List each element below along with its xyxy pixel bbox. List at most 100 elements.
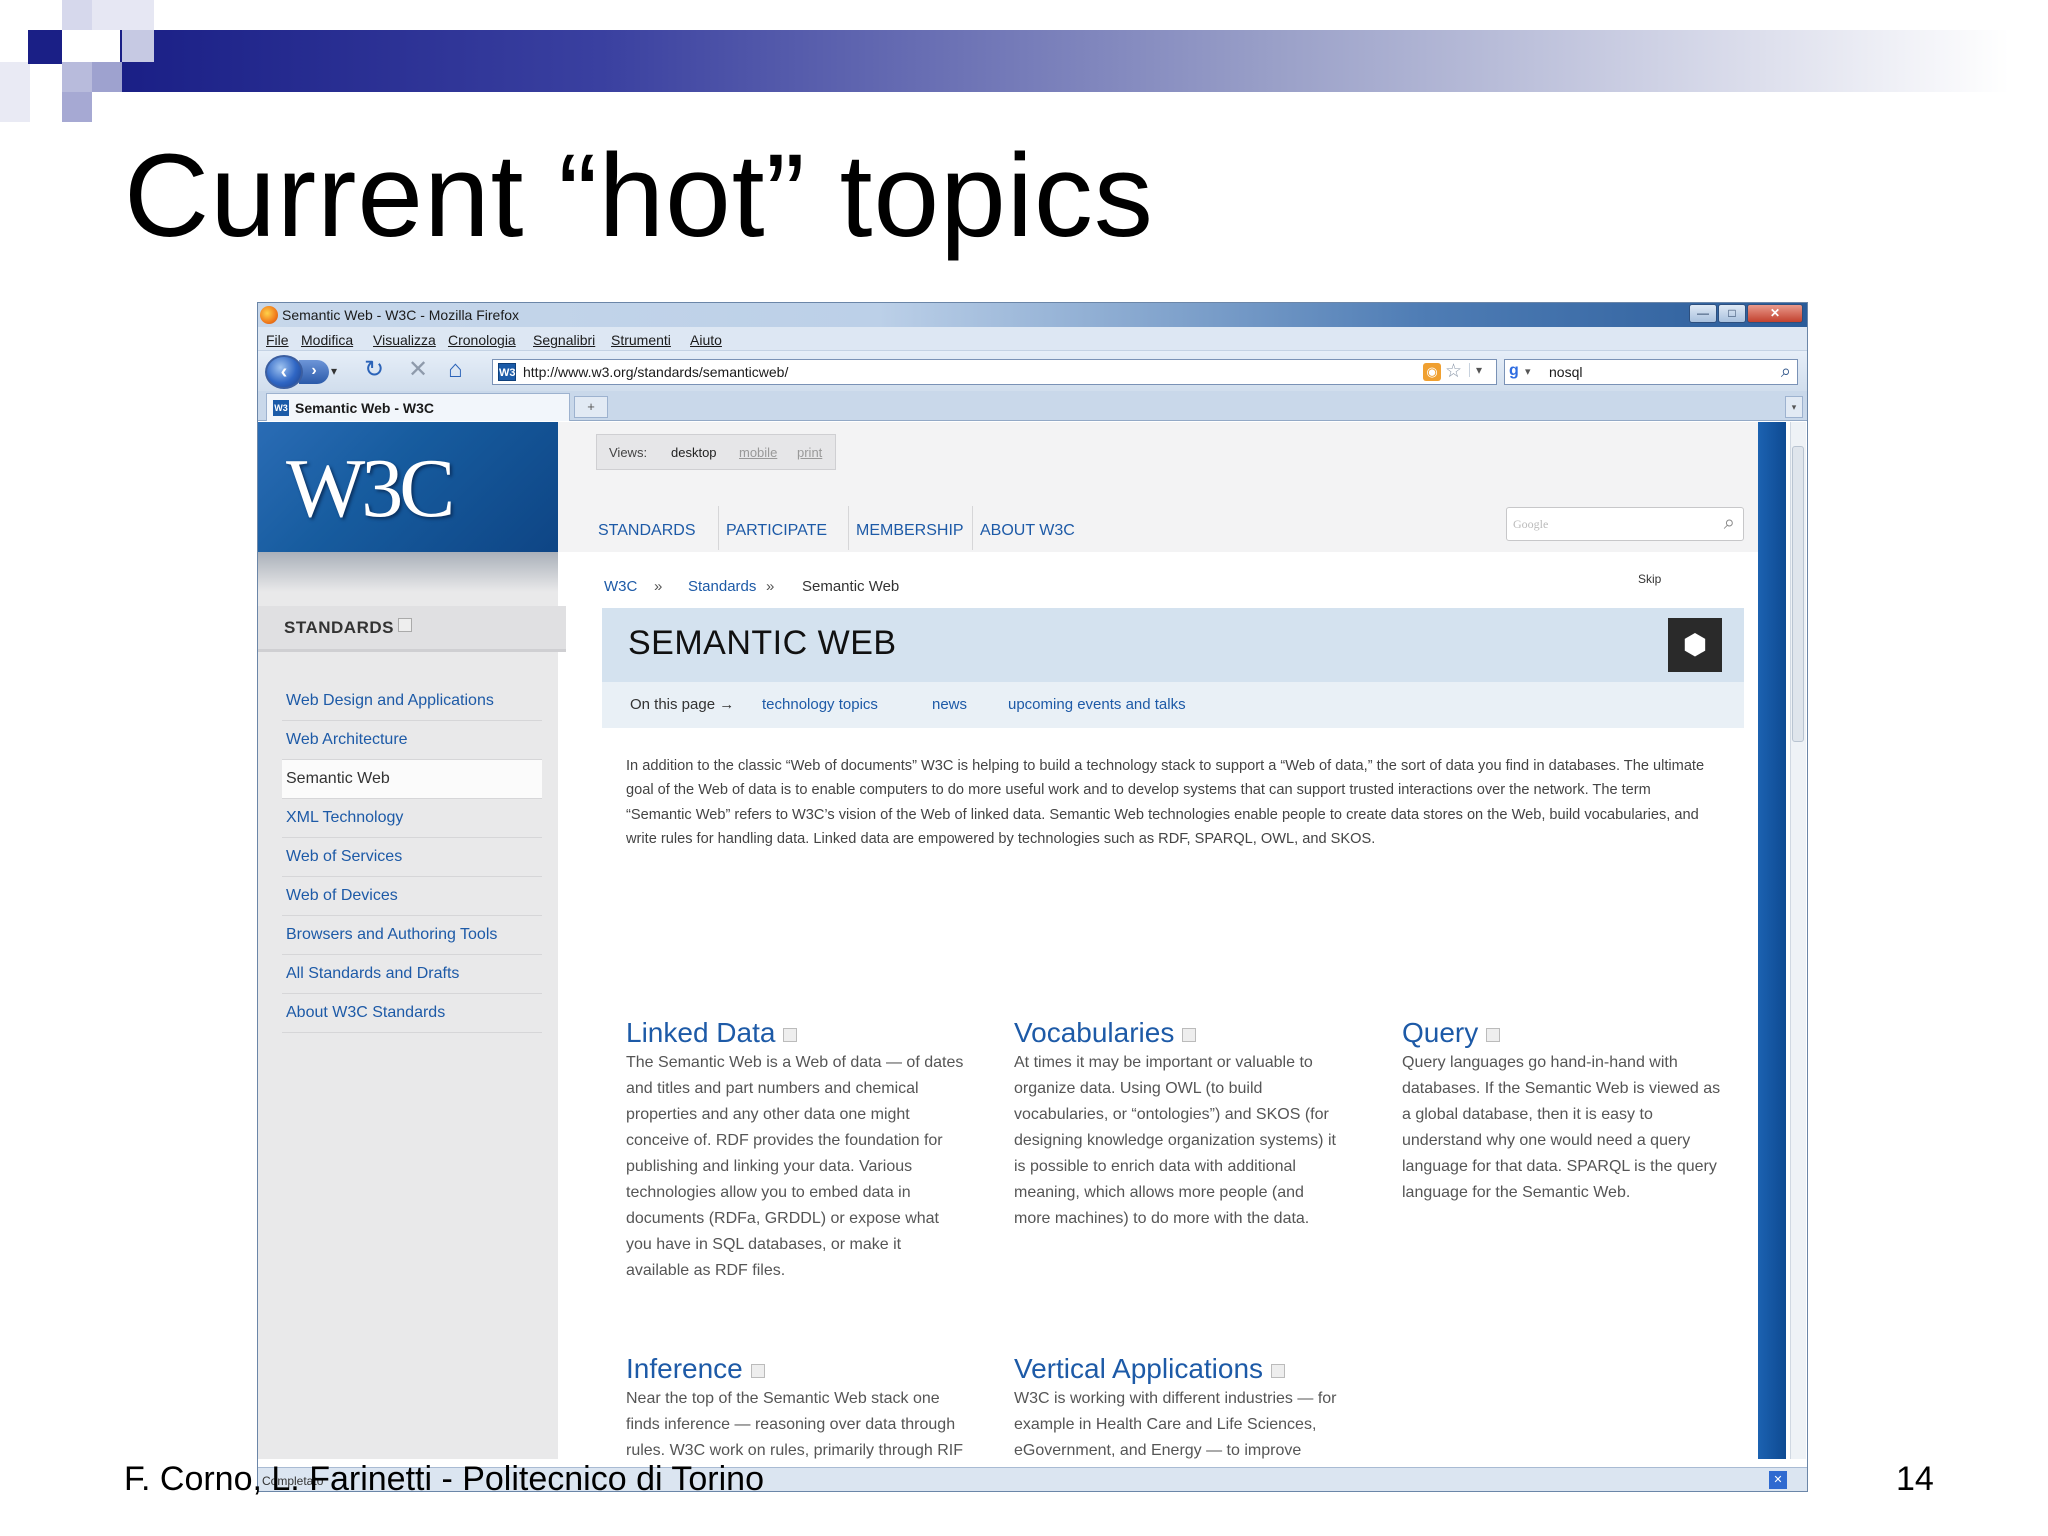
menu-visualizza[interactable]: Visualizza (373, 332, 436, 348)
nav-standards[interactable]: STANDARDS (598, 522, 696, 540)
deco-square (122, 30, 154, 62)
section-query: Query Query languages go hand-in-hand wi… (1402, 1017, 1732, 1206)
bookmark-star-icon[interactable]: ☆ (1445, 360, 1462, 383)
menu-modifica[interactable]: Modifica (301, 332, 353, 348)
site-icon: W3 (498, 363, 516, 381)
section-title[interactable]: Vocabularies (1014, 1017, 1174, 1048)
back-icon: ‹ (280, 361, 288, 383)
deco-square (28, 30, 62, 64)
engine-dropdown-icon[interactable]: ▾ (1525, 365, 1531, 378)
home-icon[interactable]: ⌂ (448, 357, 463, 383)
menu-segnalibri[interactable]: Segnalibri (533, 332, 595, 348)
skip-link[interactable]: Skip (1638, 572, 1661, 586)
sidebar-item-all-standards[interactable]: All Standards and Drafts (282, 955, 542, 994)
section-box-icon (750, 1363, 765, 1378)
sidebar-list: Web Design and Applications Web Architec… (282, 682, 542, 1033)
page-content: W3C STANDARDS Web Design and Application… (258, 422, 1758, 1459)
url-bar[interactable]: W3 http://www.w3.org/standards/semanticw… (492, 359, 1497, 385)
history-dropdown-icon[interactable]: ▾ (331, 364, 337, 378)
nav-participate[interactable]: PARTICIPATE (726, 522, 827, 540)
left-panel: W3C STANDARDS Web Design and Application… (258, 422, 566, 1459)
section-box-icon (783, 1027, 798, 1042)
breadcrumb-standards[interactable]: Standards (688, 578, 756, 595)
url-dropdown-icon[interactable]: ▾ (1469, 363, 1482, 377)
link-news[interactable]: news (932, 696, 967, 713)
link-upcoming-events[interactable]: upcoming events and talks (1008, 696, 1186, 713)
nav-membership[interactable]: MEMBERSHIP (856, 522, 964, 540)
section-vocabularies: Vocabularies At times it may be importan… (1014, 1017, 1344, 1232)
menu-aiuto[interactable]: Aiuto (690, 332, 722, 348)
menu-bar: File Modifica Visualizza Cronologia Segn… (258, 327, 1807, 351)
sidebar-item-semantic-web[interactable]: Semantic Web (282, 760, 542, 799)
intro-paragraph: In addition to the classic “Web of docum… (626, 758, 1705, 848)
addon-icon[interactable]: ✕ (1769, 1471, 1787, 1489)
tab-list-button[interactable]: ▾ (1785, 396, 1803, 418)
site-search-placeholder: Google (1513, 517, 1549, 531)
search-bar[interactable]: g ▾ nosql ⌕ (1504, 359, 1798, 385)
section-body: W3C is working with different industries… (1014, 1390, 1337, 1459)
section-title[interactable]: Vertical Applications (1014, 1353, 1263, 1384)
firefox-icon (260, 306, 278, 324)
breadcrumb: W3C » Standards » Semantic Web (604, 578, 900, 595)
browser-window: Semantic Web - W3C - Mozilla Firefox — □… (257, 302, 1808, 1492)
section-linked-data: Linked Data The Semantic Web is a Web of… (626, 1017, 966, 1284)
search-input[interactable]: nosql (1549, 364, 1582, 380)
window-title: Semantic Web - W3C - Mozilla Firefox (282, 307, 520, 323)
deco-square (92, 62, 122, 92)
new-tab-button[interactable]: + (574, 396, 608, 418)
breadcrumb-w3c[interactable]: W3C (604, 578, 637, 595)
sidebar-item-browsers[interactable]: Browsers and Authoring Tools (282, 916, 542, 955)
maximize-button[interactable]: □ (1718, 304, 1746, 323)
views-switcher: Views: desktop mobile print (596, 434, 836, 470)
close-window-button[interactable]: ✕ (1747, 304, 1803, 323)
stop-icon[interactable]: ✕ (408, 357, 428, 383)
search-icon[interactable]: ⌕ (1781, 361, 1791, 382)
deco-square (92, 0, 154, 30)
google-icon[interactable]: g (1509, 362, 1519, 380)
deco-square (62, 62, 92, 92)
scrollbar-thumb[interactable] (1792, 446, 1804, 742)
sidebar-item-xml[interactable]: XML Technology (282, 799, 542, 838)
sidebar-item-web-design[interactable]: Web Design and Applications (282, 682, 542, 721)
section-title[interactable]: Linked Data (626, 1017, 775, 1048)
site-search-input[interactable]: Google ⌕ (1506, 507, 1744, 541)
sidebar-item-about-standards[interactable]: About W3C Standards (282, 994, 542, 1033)
sidebar-item-web-services[interactable]: Web of Services (282, 838, 542, 877)
w3c-banner: W3C (258, 422, 558, 552)
sidebar-item-web-devices[interactable]: Web of Devices (282, 877, 542, 916)
reload-icon[interactable]: ↻ (364, 357, 384, 383)
minimize-button[interactable]: — (1689, 304, 1717, 323)
url-text[interactable]: http://www.w3.org/standards/semanticweb/ (523, 364, 788, 380)
rss-icon[interactable]: ◉ (1423, 363, 1441, 381)
menu-file[interactable]: File (266, 332, 289, 348)
link-technology-topics[interactable]: technology topics (762, 696, 878, 713)
view-desktop-link[interactable]: desktop (671, 445, 717, 460)
tab-semantic-web[interactable]: W3 Semantic Web - W3C (266, 393, 570, 421)
view-mobile-link[interactable]: mobile (739, 445, 777, 460)
tab-label: Semantic Web - W3C (295, 400, 434, 416)
view-print-link[interactable]: print (797, 445, 822, 460)
slide-title: Current “hot” topics (124, 130, 1154, 262)
slide-footer: F. Corno, L. Farinetti - Politecnico di … (124, 1460, 764, 1498)
menu-cronologia[interactable]: Cronologia (448, 332, 516, 348)
back-button[interactable]: ‹ (265, 355, 303, 389)
slide-number: 14 (1896, 1460, 1934, 1498)
window-titlebar: Semantic Web - W3C - Mozilla Firefox — □… (258, 303, 1807, 327)
sidebar-item-web-architecture[interactable]: Web Architecture (282, 721, 542, 760)
w3c-logo[interactable]: W3C (286, 440, 455, 537)
menu-strumenti[interactable]: Strumenti (611, 332, 671, 348)
tab-bar: W3 Semantic Web - W3C + ▾ (258, 391, 1807, 421)
section-box-icon (1182, 1027, 1197, 1042)
section-vertical-applications: Vertical Applications W3C is working wit… (1014, 1353, 1344, 1460)
page-header: Views: desktop mobile print STANDARDS PA… (558, 422, 1758, 552)
forward-button[interactable]: › (299, 360, 329, 384)
section-title[interactable]: Inference (626, 1353, 743, 1384)
cube-icon[interactable]: ⬢ (1668, 618, 1722, 672)
search-icon[interactable]: ⌕ (1724, 512, 1735, 535)
section-title[interactable]: Query (1402, 1017, 1478, 1048)
page-title: SEMANTIC WEB (628, 624, 897, 662)
deco-square (62, 92, 92, 122)
section-box-icon (1271, 1363, 1286, 1378)
vertical-scrollbar[interactable] (1758, 422, 1806, 1459)
nav-about-w3c[interactable]: ABOUT W3C (980, 522, 1075, 540)
